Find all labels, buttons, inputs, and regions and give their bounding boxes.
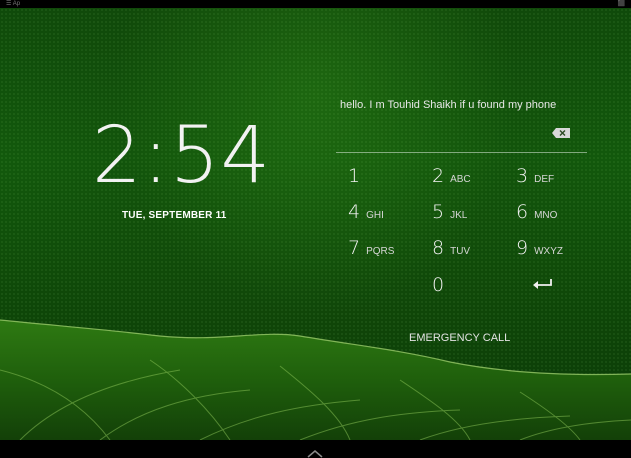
key-6[interactable]: 6 MNO (516, 200, 586, 224)
chevron-up-icon[interactable] (306, 449, 324, 458)
enter-icon[interactable] (530, 276, 554, 292)
key-8[interactable]: 8 TUV (432, 236, 502, 260)
owner-info-text: hello. I m Touhid Shaikh if u found my p… (340, 99, 557, 111)
key-2[interactable]: 2 ABC (432, 164, 502, 188)
key-letters: MNO (534, 210, 558, 221)
key-letters: GHI (366, 210, 384, 221)
key-letters: PQRS (366, 246, 395, 257)
key-digit: 7 (348, 237, 361, 259)
key-3[interactable]: 3 DEF (516, 164, 586, 188)
leaf-image (0, 319, 631, 440)
key-digit: 6 (516, 201, 529, 223)
key-letters: TUV (450, 246, 471, 257)
pin-divider (336, 152, 587, 153)
key-letters: WXYZ (534, 246, 563, 257)
key-7[interactable]: 7 PQRS (348, 236, 418, 260)
key-0[interactable]: 0 (432, 273, 502, 297)
clock-time: 2:54 (92, 111, 272, 201)
key-digit: 9 (516, 237, 529, 259)
backspace-icon[interactable] (551, 127, 571, 139)
key-4[interactable]: 4 GHI (348, 200, 418, 224)
key-letters: ABC (450, 174, 471, 185)
key-letters: JKL (450, 210, 468, 221)
key-letters: DEF (534, 174, 555, 185)
key-digit: 5 (432, 201, 445, 223)
status-bar-right: ⬛ (617, 1, 625, 7)
key-1[interactable]: 1 (348, 164, 418, 188)
key-digit: 4 (348, 201, 361, 223)
key-digit: 1 (348, 165, 361, 187)
key-digit: 0 (432, 274, 445, 296)
emergency-call-button[interactable]: EMERGENCY CALL (409, 331, 510, 345)
lock-screen: ☰ Ap ⬛ 2:54 TUE, SEPTEMBER 11 hello. I m… (0, 0, 631, 458)
key-5[interactable]: 5 JKL (432, 200, 502, 224)
key-9[interactable]: 9 WXYZ (516, 236, 586, 260)
status-bar-left: ☰ Ap (6, 1, 21, 7)
key-digit: 3 (516, 165, 529, 187)
clock-date: TUE, SEPTEMBER 11 (122, 210, 227, 221)
key-digit: 8 (432, 237, 445, 259)
key-digit: 2 (432, 165, 445, 187)
status-bar: ☰ Ap ⬛ (0, 0, 631, 8)
